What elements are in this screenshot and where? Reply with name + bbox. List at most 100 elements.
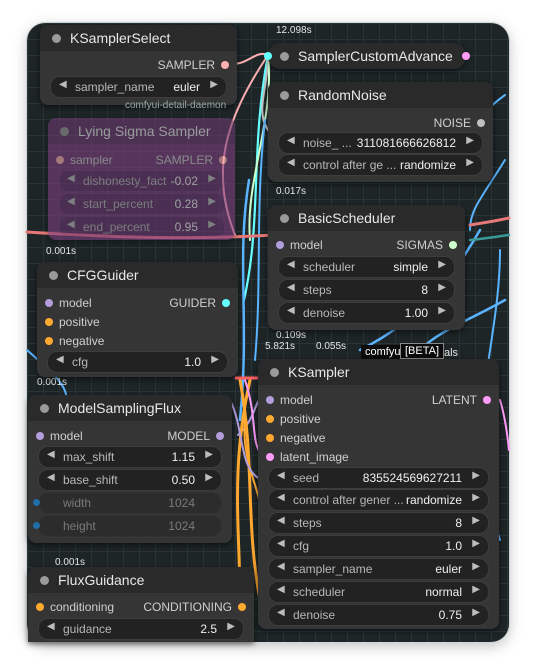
node-basic-scheduler[interactable]: BasicScheduler model SIGMAS ◀ scheduler … xyxy=(268,205,465,330)
denoise-stepper[interactable]: ◀ denoise 1.00 ▶ xyxy=(278,302,455,324)
node-header[interactable]: CFGGuider xyxy=(37,262,238,288)
steps-stepper[interactable]: ◀ steps 8 ▶ xyxy=(268,512,489,534)
node-header[interactable]: ModelSamplingFlux xyxy=(28,395,232,421)
arrow-left-icon[interactable]: ◀ xyxy=(67,173,75,184)
arrow-left-icon[interactable]: ◀ xyxy=(47,621,55,632)
collapse-dot-icon[interactable] xyxy=(280,214,289,223)
input-slot-dot[interactable] xyxy=(36,432,44,440)
input-slot-dot[interactable] xyxy=(276,241,284,249)
collapse-dot-icon[interactable] xyxy=(49,271,58,280)
arrow-left-icon[interactable]: ◀ xyxy=(287,157,295,168)
node-header[interactable]: KSampler xyxy=(258,359,499,385)
arrow-left-icon[interactable]: ◀ xyxy=(287,259,295,270)
control-after-generate-combo[interactable]: ◀ control after gener ... randomize ▶ xyxy=(268,489,489,511)
node-header[interactable]: Lying Sigma Sampler xyxy=(48,118,235,144)
arrow-right-icon[interactable]: ▶ xyxy=(205,449,213,460)
arrow-left-icon[interactable]: ◀ xyxy=(67,196,75,207)
arrow-left-icon[interactable]: ◀ xyxy=(287,282,295,293)
scheduler-combo[interactable]: ◀ scheduler normal ▶ xyxy=(268,581,489,603)
node-flux-guidance[interactable]: FluxGuidance conditioning CONDITIONING ◀… xyxy=(28,567,254,642)
output-noise[interactable]: NOISE xyxy=(385,114,485,132)
arrow-left-icon[interactable]: ◀ xyxy=(56,354,64,365)
arrow-right-icon[interactable]: ▶ xyxy=(227,621,235,632)
arrow-left-icon[interactable]: ◀ xyxy=(287,305,295,316)
arrow-left-icon[interactable]: ◀ xyxy=(277,561,285,572)
arrow-left-icon[interactable]: ◀ xyxy=(47,472,55,483)
input-slot-dot[interactable] xyxy=(266,415,274,423)
node-header[interactable]: BasicScheduler xyxy=(268,205,465,231)
scheduler-combo[interactable]: ◀ scheduler simple ▶ xyxy=(278,256,455,278)
arrow-right-icon[interactable]: ▶ xyxy=(472,538,480,549)
output-slot-dot[interactable] xyxy=(219,156,227,164)
input-slot-dot[interactable] xyxy=(264,52,272,60)
output-model[interactable]: MODEL xyxy=(134,427,224,445)
arrow-right-icon[interactable]: ▶ xyxy=(472,561,480,572)
arrow-left-icon[interactable]: ◀ xyxy=(277,492,285,503)
arrow-right-icon[interactable]: ▶ xyxy=(211,354,219,365)
base-shift-stepper[interactable]: ◀ base_shift 0.50 ▶ xyxy=(38,469,222,491)
output-slot-dot[interactable] xyxy=(238,603,246,611)
output-slot-dot[interactable] xyxy=(222,299,230,307)
arrow-right-icon[interactable]: ▶ xyxy=(472,584,480,595)
arrow-left-icon[interactable]: ◀ xyxy=(277,538,285,549)
sampler-name-combo[interactable]: ◀ sampler_name euler ▶ xyxy=(50,76,227,98)
input-slot-dot[interactable] xyxy=(266,453,274,461)
arrow-right-icon[interactable]: ▶ xyxy=(208,173,216,184)
arrow-right-icon[interactable]: ▶ xyxy=(438,259,446,270)
arrow-right-icon[interactable]: ▶ xyxy=(472,607,480,618)
arrow-right-icon[interactable]: ▶ xyxy=(438,305,446,316)
arrow-right-icon[interactable]: ▶ xyxy=(210,79,218,90)
denoise-stepper[interactable]: ◀ denoise 0.75 ▶ xyxy=(268,604,489,626)
arrow-right-icon[interactable]: ▶ xyxy=(208,219,216,230)
output-sampler[interactable]: SAMPLER xyxy=(109,56,229,74)
input-slot-dot[interactable] xyxy=(45,299,53,307)
noise-seed-stepper[interactable]: ◀ noise_ ... 311081666626812 ▶ xyxy=(278,132,483,154)
output-slot-dot[interactable] xyxy=(449,241,457,249)
dishonesty-factor-stepper[interactable]: ◀ dishonesty_fact -0.02 ▶ xyxy=(58,170,225,192)
node-ksampler-select[interactable]: KSamplerSelect SAMPLER ◀ sampler_name eu… xyxy=(40,25,237,105)
input-slot-dot[interactable] xyxy=(266,434,274,442)
output-slot-dot[interactable] xyxy=(462,52,470,60)
end-percent-stepper[interactable]: ◀ end_percent 0.95 ▶ xyxy=(58,216,225,238)
guidance-stepper[interactable]: ◀ guidance 2.5 ▶ xyxy=(38,618,244,640)
max-shift-stepper[interactable]: ◀ max_shift 1.15 ▶ xyxy=(38,446,222,468)
output-conditioning[interactable]: CONDITIONING xyxy=(126,598,246,616)
node-cfg-guider[interactable]: CFGGuider model GUIDER positive negative… xyxy=(37,262,238,377)
arrow-right-icon[interactable]: ▶ xyxy=(466,135,474,146)
arrow-left-icon[interactable]: ◀ xyxy=(277,515,285,526)
input-slot-dot[interactable] xyxy=(266,396,274,404)
node-sampler-custom-advance[interactable]: SamplerCustomAdvance xyxy=(264,43,470,69)
collapse-dot-icon[interactable] xyxy=(40,404,49,413)
sampler-name-combo[interactable]: ◀ sampler_name euler ▶ xyxy=(268,558,489,580)
arrow-right-icon[interactable]: ▶ xyxy=(472,470,480,481)
node-random-noise[interactable]: RandomNoise NOISE ◀ noise_ ... 311081666… xyxy=(268,82,493,182)
collapse-dot-icon[interactable] xyxy=(52,34,61,43)
output-slot-dot[interactable] xyxy=(477,119,485,127)
node-ksampler[interactable]: KSampler model LATENT positive negative … xyxy=(258,359,499,629)
arrow-left-icon[interactable]: ◀ xyxy=(287,135,295,146)
arrow-left-icon[interactable]: ◀ xyxy=(277,470,285,481)
input-slot-dot[interactable] xyxy=(45,337,53,345)
control-after-generate-combo[interactable]: ◀ control after ge ... randomize ▶ xyxy=(278,154,483,176)
node-header[interactable]: RandomNoise xyxy=(268,82,493,108)
arrow-right-icon[interactable]: ▶ xyxy=(472,515,480,526)
output-slot-dot[interactable] xyxy=(483,396,491,404)
collapse-dot-icon[interactable] xyxy=(280,52,289,61)
arrow-left-icon[interactable]: ◀ xyxy=(277,584,285,595)
output-slot-dot[interactable] xyxy=(221,61,229,69)
input-slot-dot[interactable] xyxy=(33,499,40,506)
node-lying-sigma-sampler[interactable]: Lying Sigma Sampler sampler SAMPLER ◀ di… xyxy=(48,118,235,240)
cfg-stepper[interactable]: ◀ cfg 1.0 ▶ xyxy=(268,535,489,557)
start-percent-stepper[interactable]: ◀ start_percent 0.28 ▶ xyxy=(58,193,225,215)
arrow-right-icon[interactable]: ▶ xyxy=(438,282,446,293)
output-sampler[interactable]: SAMPLER xyxy=(137,151,227,169)
arrow-left-icon[interactable]: ◀ xyxy=(59,79,67,90)
output-sigmas[interactable]: SIGMAS xyxy=(367,236,457,254)
collapse-dot-icon[interactable] xyxy=(280,91,289,100)
cfg-stepper[interactable]: ◀ cfg 1.0 ▶ xyxy=(47,351,228,373)
steps-stepper[interactable]: ◀ steps 8 ▶ xyxy=(278,279,455,301)
input-slot-dot[interactable] xyxy=(36,603,44,611)
arrow-left-icon[interactable]: ◀ xyxy=(67,219,75,230)
output-guider[interactable]: GUIDER xyxy=(140,294,230,312)
collapse-dot-icon[interactable] xyxy=(270,368,279,377)
